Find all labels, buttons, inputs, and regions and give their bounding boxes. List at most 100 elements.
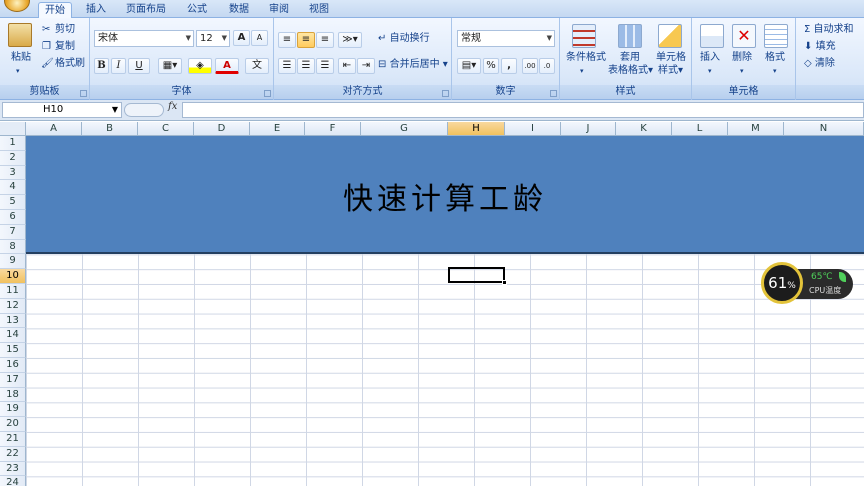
row-header-8[interactable]: 8 (0, 239, 26, 255)
align-bottom-icon[interactable]: ≡ (316, 32, 334, 48)
tab-formulas[interactable]: 公式 (180, 2, 214, 18)
row-header-15[interactable]: 15 (0, 343, 26, 358)
row-header-21[interactable]: 21 (0, 432, 26, 447)
copy-icon[interactable]: ❐ (42, 40, 51, 54)
cell-styles-icon[interactable] (658, 24, 682, 48)
row-header-12[interactable]: 12 (0, 298, 26, 314)
formula-bar-splitter[interactable] (124, 103, 164, 117)
fill-button[interactable]: ⬇ 填充 (804, 40, 836, 54)
row-header-10[interactable]: 10 (0, 269, 26, 284)
font-name-combo[interactable]: 宋体 ▼ (94, 30, 194, 47)
insert-button[interactable]: 插入 (700, 51, 720, 65)
align-middle-icon[interactable]: ≡ (297, 32, 315, 48)
clipboard-launcher-icon[interactable] (80, 90, 87, 97)
column-header-g[interactable]: G (361, 122, 448, 136)
tab-insert[interactable]: 插入 (80, 2, 112, 18)
row-header-6[interactable]: 6 (0, 210, 26, 225)
underline-button[interactable]: U (128, 58, 150, 74)
decrease-decimal-button[interactable]: .0 (539, 58, 555, 74)
row-header-22[interactable]: 22 (0, 446, 26, 462)
row-header-5[interactable]: 5 (0, 195, 26, 210)
row-header-13[interactable]: 13 (0, 313, 26, 329)
column-header-f[interactable]: F (305, 122, 361, 136)
phonetic-wen-button[interactable]: 文 (245, 58, 269, 74)
format-button[interactable]: 格式 (765, 51, 785, 65)
tab-review[interactable]: 审阅 (262, 2, 296, 18)
borders-icon[interactable]: ▦▾ (158, 58, 182, 74)
row-header-17[interactable]: 17 (0, 372, 26, 388)
format-cells-icon[interactable] (764, 24, 788, 48)
cut-icon[interactable]: ✂ (42, 23, 50, 37)
row-header-9[interactable]: 9 (0, 254, 26, 270)
copy-button[interactable]: 复制 (55, 40, 75, 54)
conditional-format-button[interactable]: 条件格式 (566, 51, 606, 65)
row-header-24[interactable]: 24 (0, 476, 26, 486)
column-header-j[interactable]: J (561, 122, 616, 136)
column-header-m[interactable]: M (728, 122, 784, 136)
format-painter-icon[interactable]: 🖌 (41, 57, 54, 71)
paste-dropdown-icon[interactable]: ▾ (16, 64, 20, 78)
row-header-16[interactable]: 16 (0, 358, 26, 373)
column-header-b[interactable]: B (82, 122, 138, 136)
column-header-k[interactable]: K (616, 122, 672, 136)
row-header-18[interactable]: 18 (0, 387, 26, 403)
office-button[interactable] (4, 0, 30, 12)
decrease-indent-icon[interactable]: ⇤ (338, 58, 356, 74)
row-header-11[interactable]: 11 (0, 284, 26, 299)
autosum-button[interactable]: Σ 自动求和 (804, 23, 854, 37)
column-header-a[interactable]: A (26, 122, 82, 136)
grow-font-button[interactable]: A (233, 30, 250, 46)
font-color-icon[interactable]: A (215, 58, 239, 74)
clear-button[interactable]: ◇ 清除 (804, 57, 835, 71)
alignment-launcher-icon[interactable] (442, 90, 449, 97)
insert-function-icon[interactable]: fx (168, 101, 177, 112)
table-format-line1[interactable]: 套用 (620, 51, 640, 65)
delete-button[interactable]: 删除 (732, 51, 752, 65)
cell-styles-button[interactable]: 样式▾ (658, 64, 683, 78)
fill-handle[interactable] (502, 280, 507, 285)
select-all-corner[interactable] (0, 122, 26, 136)
align-right-icon[interactable]: ☰ (316, 58, 334, 74)
column-header-e[interactable]: E (250, 122, 305, 136)
row-header-1[interactable]: 1 (0, 136, 26, 151)
number-format-combo[interactable]: 常规 ▼ (457, 30, 555, 47)
merged-title-cell[interactable]: 快速计算工龄 (26, 136, 864, 254)
tab-view[interactable]: 视图 (302, 2, 336, 18)
delete-cells-icon[interactable]: ✕ (732, 24, 756, 48)
column-header-l[interactable]: L (672, 122, 728, 136)
font-size-combo[interactable]: 12 ▼ (196, 30, 230, 47)
cell-styles-line1[interactable]: 单元格 (656, 51, 686, 65)
paste-button[interactable]: 粘贴 (11, 51, 31, 65)
column-header-n[interactable]: N (784, 122, 864, 136)
paste-icon[interactable] (8, 23, 32, 47)
increase-indent-icon[interactable]: ⇥ (357, 58, 375, 74)
conditional-format-icon[interactable] (572, 24, 596, 48)
row-header-14[interactable]: 14 (0, 328, 26, 344)
row-header-19[interactable]: 19 (0, 402, 26, 418)
accounting-format-icon[interactable]: ▤▾ (457, 58, 481, 74)
row-header-2[interactable]: 2 (0, 150, 26, 166)
percent-button[interactable]: % (483, 58, 499, 74)
cpu-temperature-widget[interactable]: 61% 65℃ CPU温度 (761, 262, 853, 304)
active-cell-h10[interactable] (448, 267, 505, 283)
align-left-icon[interactable]: ☰ (278, 58, 296, 74)
font-launcher-icon[interactable] (264, 90, 271, 97)
tab-home[interactable]: 开始 (38, 2, 72, 19)
column-header-h[interactable]: H (448, 122, 505, 136)
increase-decimal-button[interactable]: .00 (522, 58, 538, 74)
name-box[interactable]: H10 ▼ (2, 102, 122, 118)
wrap-text-button[interactable]: ↵ 自动换行 (378, 32, 430, 46)
number-launcher-icon[interactable] (550, 90, 557, 97)
table-format-button[interactable]: 表格格式▾ (608, 64, 653, 78)
row-header-3[interactable]: 3 (0, 165, 26, 181)
align-top-icon[interactable]: ≡ (278, 32, 296, 48)
column-header-d[interactable]: D (194, 122, 250, 136)
shrink-font-button[interactable]: A (251, 30, 268, 46)
orientation-icon[interactable]: ≫▾ (338, 32, 362, 48)
row-header-7[interactable]: 7 (0, 224, 26, 240)
chevron-down-icon[interactable]: ▼ (112, 103, 118, 117)
row-header-4[interactable]: 4 (0, 180, 26, 196)
column-header-c[interactable]: C (138, 122, 194, 136)
insert-cells-icon[interactable] (700, 24, 724, 48)
fill-color-icon[interactable]: ◈ (188, 58, 212, 74)
